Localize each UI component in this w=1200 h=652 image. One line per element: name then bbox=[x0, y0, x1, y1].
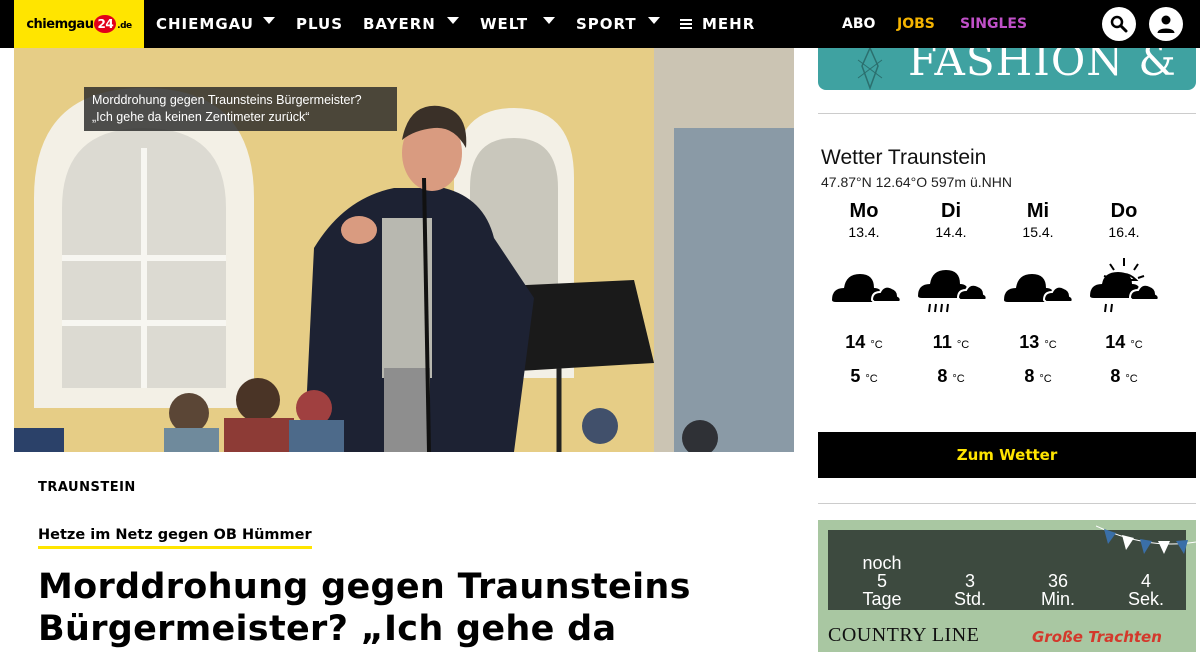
link-abo[interactable]: ABO bbox=[842, 0, 875, 48]
rain-cloud-icon bbox=[918, 270, 988, 313]
nav-item-mehr[interactable]: MEHR bbox=[680, 0, 755, 48]
countdown-minutes: 36 Min. bbox=[1040, 571, 1075, 609]
day-name: Mi bbox=[1026, 200, 1050, 222]
logo-prefix: chiemgau bbox=[26, 17, 94, 32]
temp-max: 13 °C bbox=[1019, 332, 1057, 352]
weather-day: Mo 13.4. bbox=[834, 200, 894, 240]
weather-day: Di 14.4. bbox=[921, 200, 981, 240]
countdown-seconds: 4 Sek. bbox=[1127, 571, 1165, 609]
temp-max: 14 °C bbox=[1105, 332, 1143, 352]
divider bbox=[818, 113, 1196, 114]
temp-min: 8 °C bbox=[1110, 366, 1138, 386]
nav-item-welt[interactable]: WELT bbox=[480, 0, 528, 48]
chevron-down-icon[interactable] bbox=[648, 17, 660, 24]
chevron-down-icon[interactable] bbox=[263, 17, 275, 24]
link-singles[interactable]: SINGLES bbox=[960, 0, 1027, 48]
link-jobs[interactable]: JOBS bbox=[897, 0, 935, 48]
article-topic[interactable]: Hetze im Netz gegen OB Hümmer bbox=[38, 527, 312, 549]
countdown-days: 5 Tage bbox=[862, 571, 902, 609]
divider bbox=[818, 503, 1196, 504]
countdown-prefix: noch bbox=[862, 553, 902, 573]
site-logo[interactable]: chiemgau 24 .de bbox=[14, 0, 144, 48]
countdown-hours: 3 Std. bbox=[953, 571, 987, 609]
day-date: 13.4. bbox=[848, 224, 880, 240]
search-button[interactable] bbox=[1102, 7, 1136, 41]
temp-min: 8 °C bbox=[937, 366, 965, 386]
cloudy-icon bbox=[1004, 274, 1074, 303]
chevron-down-icon[interactable] bbox=[543, 17, 555, 24]
article-headline[interactable]: Morddrohung gegen Traunsteins Bürgermeis… bbox=[38, 566, 778, 650]
weather-day: Mi 15.4. bbox=[1008, 200, 1068, 240]
caption-line-2: „Ich gehe da keinen Zentimeter zurück“ bbox=[92, 110, 310, 124]
fashion-figure-icon bbox=[857, 48, 883, 90]
day-date: 14.4. bbox=[935, 224, 967, 240]
weather-day: Do 16.4. bbox=[1094, 200, 1154, 240]
cloudy-icon bbox=[832, 274, 902, 303]
logo-text: chiemgau 24 .de bbox=[26, 15, 132, 33]
temp-min: 8 °C bbox=[1024, 366, 1052, 386]
fashion-art-banner[interactable]: FASHION & ART bbox=[818, 48, 1196, 90]
nav-item-chiemgau[interactable]: CHIEMGAU bbox=[156, 0, 254, 48]
bunting-icon bbox=[1096, 525, 1196, 554]
nav-item-bayern[interactable]: BAYERN bbox=[363, 0, 436, 48]
day-date: 15.4. bbox=[1022, 224, 1054, 240]
temp-min: 5 °C bbox=[850, 366, 878, 386]
sun-cloud-rain-icon bbox=[1090, 258, 1160, 313]
hero-image[interactable]: Morddrohung gegen Traunsteins Bürgermeis… bbox=[14, 48, 794, 452]
account-button[interactable] bbox=[1149, 7, 1183, 41]
countdown-ad[interactable]: noch 5 Tage 3 Std. 36 Min. 4 Sek. COUNTR… bbox=[818, 520, 1196, 652]
temp-max: 11 °C bbox=[932, 332, 970, 352]
day-date: 16.4. bbox=[1108, 224, 1140, 240]
logo-suffix: .de bbox=[117, 21, 132, 31]
day-name: Di bbox=[941, 200, 961, 222]
temp-max: 14 °C bbox=[845, 332, 883, 352]
chevron-down-icon[interactable] bbox=[447, 17, 459, 24]
user-icon bbox=[1157, 15, 1175, 33]
caption-line-1: Morddrohung gegen Traunsteins Bürgermeis… bbox=[92, 93, 362, 107]
search-icon bbox=[1110, 15, 1128, 33]
weather-title: Wetter Traunstein bbox=[821, 146, 987, 169]
weather-coordinates: 47.87°N 12.64°O 597m ü.NHN bbox=[821, 174, 1012, 190]
weather-button[interactable]: Zum Wetter bbox=[818, 432, 1196, 478]
ad-slogan: Große Trachten bbox=[1032, 628, 1162, 646]
hero-caption: Morddrohung gegen Traunsteins Bürgermeis… bbox=[84, 87, 397, 131]
hamburger-icon bbox=[680, 17, 692, 31]
article-location[interactable]: TRAUNSTEIN bbox=[38, 480, 136, 495]
nav-item-plus[interactable]: PLUS bbox=[296, 0, 343, 48]
banner-text: FASHION & ART bbox=[908, 48, 1177, 90]
nav-item-sport[interactable]: SPORT bbox=[576, 0, 637, 48]
top-nav: chiemgau 24 .de CHIEMGAU PLUS BAYERN WELT … bbox=[0, 0, 1200, 48]
country-line-logo: COUNTRY LINE bbox=[828, 624, 980, 646]
day-name: Do bbox=[1110, 200, 1138, 222]
day-name: Mo bbox=[849, 200, 879, 222]
logo-number: 24 bbox=[94, 15, 117, 33]
